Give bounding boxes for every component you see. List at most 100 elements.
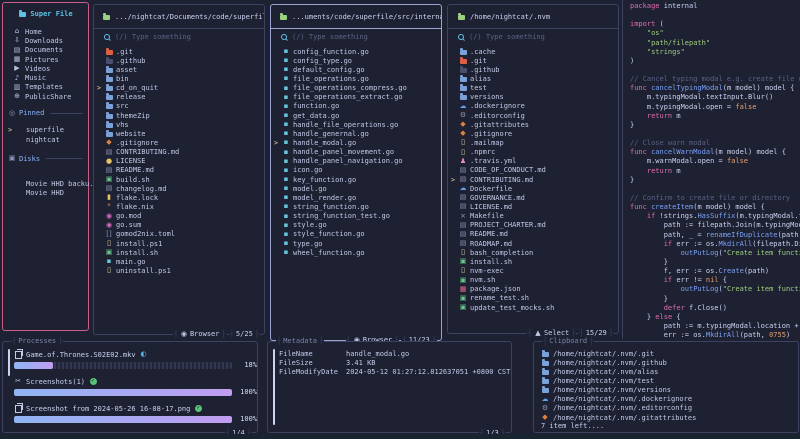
file-row[interactable]: versions bbox=[448, 93, 618, 102]
sidebar-item-documents[interactable]: ▤Documents bbox=[3, 46, 88, 55]
file-row[interactable]: ▪get_data.go bbox=[271, 111, 441, 120]
file-row[interactable]: ▤changelog.md bbox=[94, 184, 264, 193]
file-row[interactable]: ▪default_config.go bbox=[271, 65, 441, 74]
metadata-scrollbar[interactable] bbox=[273, 349, 275, 425]
file-row[interactable]: .cache bbox=[448, 47, 618, 56]
disk-item-movie-hhd-backu-[interactable]: Movie HHD backu... bbox=[3, 180, 88, 189]
file-row[interactable]: ▪key_function.go bbox=[271, 175, 441, 184]
file-row[interactable]: *flake.nix bbox=[94, 202, 264, 211]
file-row[interactable]: ▪file_operations_compress.go bbox=[271, 84, 441, 93]
file-row[interactable]: ▪model.go bbox=[271, 184, 441, 193]
file-row[interactable]: ▣build.sh bbox=[94, 175, 264, 184]
file-row[interactable]: website bbox=[94, 129, 264, 138]
file-row[interactable]: alias bbox=[448, 74, 618, 83]
file-row[interactable]: vhs bbox=[94, 120, 264, 129]
file-row[interactable]: test bbox=[448, 84, 618, 93]
file-row[interactable]: ▪config_type.go bbox=[271, 56, 441, 65]
panel-path-header[interactable]: /home/nightcat/.nvm bbox=[448, 5, 618, 29]
file-row[interactable]: ▪file_operations.go bbox=[271, 74, 441, 83]
sidebar-item-music[interactable]: ♪Music bbox=[3, 73, 88, 82]
file-row[interactable]: ▤CONTRIBUTING.md bbox=[94, 148, 264, 157]
file-row[interactable]: .git bbox=[448, 56, 618, 65]
file-row[interactable]: .git bbox=[94, 47, 264, 56]
file-row[interactable]: >cd_on_quit bbox=[94, 84, 264, 93]
file-row[interactable]: []gomod2nix.toml bbox=[94, 230, 264, 239]
file-row[interactable]: ▣rename_test.sh bbox=[448, 294, 618, 303]
file-row[interactable]: ▤README.md bbox=[448, 230, 618, 239]
sidebar-item-videos[interactable]: ▶Videos bbox=[3, 64, 88, 73]
file-row[interactable]: ▪file_operations_extract.go bbox=[271, 93, 441, 102]
panel-path-header[interactable]: .../nightcat/Documents/code/superfile bbox=[94, 5, 264, 29]
file-row[interactable]: ☁.dockerignore bbox=[448, 102, 618, 111]
file-row[interactable]: ♟.travis.yml bbox=[448, 157, 618, 166]
file-row[interactable]: ▪main.go bbox=[94, 257, 264, 266]
file-row[interactable]: ▯.npmrc bbox=[448, 148, 618, 157]
file-row[interactable]: ▪string_function.go bbox=[271, 202, 441, 211]
processes-scrollbar[interactable] bbox=[8, 349, 10, 376]
file-row[interactable]: ▪icon.go bbox=[271, 166, 441, 175]
file-row[interactable]: ☁Dockerfile bbox=[448, 184, 618, 193]
file-row[interactable]: ▦package.json bbox=[448, 285, 618, 294]
file-row[interactable]: ◆.gitignore bbox=[94, 138, 264, 147]
clipboard-item[interactable]: /home/nightcat/.nvm/test bbox=[541, 376, 798, 385]
sidebar-item-home[interactable]: ⌂Home bbox=[3, 27, 88, 36]
pinned-item-nightcat[interactable]: nightcat bbox=[3, 136, 88, 145]
panel-search-input[interactable]: (/) Type something bbox=[448, 29, 618, 45]
file-row[interactable]: ▪handle_genernal.go bbox=[271, 129, 441, 138]
file-row[interactable]: ◉go.sum bbox=[94, 221, 264, 230]
file-row[interactable]: ▣nvm.sh bbox=[448, 276, 618, 285]
sidebar-item-downloads[interactable]: ⇩Downloads bbox=[3, 36, 88, 45]
file-row[interactable]: ▪handle_file_operations.go bbox=[271, 120, 441, 129]
file-row[interactable]: ▤GOVERNANCE.md bbox=[448, 193, 618, 202]
clipboard-item[interactable]: /home/nightcat/.nvm/.github bbox=[541, 358, 798, 367]
file-row[interactable]: >▤CONTRIBUTING.md bbox=[448, 175, 618, 184]
clipboard-item[interactable]: ☁/home/nightcat/.nvm/.dockerignore bbox=[541, 395, 798, 404]
sidebar-item-pictures[interactable]: ▦Pictures bbox=[3, 55, 88, 64]
file-row[interactable]: release bbox=[94, 93, 264, 102]
panel-path-header[interactable]: ...uments/code/superfile/src/internal bbox=[271, 5, 441, 29]
file-row[interactable]: ▣install.sh bbox=[448, 257, 618, 266]
file-row[interactable]: ▤LICENSE.md bbox=[448, 202, 618, 211]
file-row[interactable]: ×Makefile bbox=[448, 212, 618, 221]
file-row[interactable]: ●LICENSE bbox=[94, 157, 264, 166]
file-row[interactable]: ▤README.md bbox=[94, 166, 264, 175]
file-row[interactable]: ▤CODE_OF_CONDUCT.md bbox=[448, 166, 618, 175]
file-row[interactable]: bin bbox=[94, 74, 264, 83]
file-row[interactable]: ▪handle_panel_navigation.go bbox=[271, 157, 441, 166]
sidebar-item-templates[interactable]: ▥Templates bbox=[3, 83, 88, 92]
file-row[interactable]: ▯uninstall.ps1 bbox=[94, 266, 264, 275]
file-row[interactable]: ▪handle_panel_movement.go bbox=[271, 148, 441, 157]
pinned-item-superfile[interactable]: >superfile bbox=[3, 126, 88, 135]
file-row[interactable]: ◆.gitignore bbox=[448, 129, 618, 138]
file-row[interactable]: ▯install.ps1 bbox=[94, 239, 264, 248]
file-row[interactable]: ▯.mailmap bbox=[448, 138, 618, 147]
file-row[interactable]: .github bbox=[448, 65, 618, 74]
file-row[interactable]: ▪model_render.go bbox=[271, 193, 441, 202]
file-row[interactable]: ◆.gitattributes bbox=[448, 120, 618, 129]
file-row[interactable]: ▯nvm-exec bbox=[448, 266, 618, 275]
disk-item-movie-hhd[interactable]: Movie HHD bbox=[3, 189, 88, 198]
file-row[interactable]: ▮flake.lock bbox=[94, 193, 264, 202]
panel-search-input[interactable]: (/) Type something bbox=[94, 29, 264, 45]
file-row[interactable]: asset bbox=[94, 65, 264, 74]
clipboard-item[interactable]: /home/nightcat/.nvm/versions bbox=[541, 386, 798, 395]
file-row[interactable]: ▣update_test_mocks.sh bbox=[448, 303, 618, 312]
file-row[interactable]: ◉go.mod bbox=[94, 212, 264, 221]
file-row[interactable]: ▪string_function_test.go bbox=[271, 212, 441, 221]
file-row[interactable]: src bbox=[94, 102, 264, 111]
file-row[interactable]: ⚙.editorconfig bbox=[448, 111, 618, 120]
file-row[interactable]: ▤PROJECT_CHARTER.md bbox=[448, 221, 618, 230]
file-row[interactable]: ▪config_function.go bbox=[271, 47, 441, 56]
panel-search-input[interactable]: (/) Type something bbox=[271, 29, 441, 45]
file-row[interactable]: themeZip bbox=[94, 111, 264, 120]
clipboard-item[interactable]: /home/nightcat/.nvm/alias bbox=[541, 367, 798, 376]
file-row[interactable]: >▪handle_modal.go bbox=[271, 138, 441, 147]
file-row[interactable]: ▯bash_completion bbox=[448, 248, 618, 257]
file-row[interactable]: ▣install.sh bbox=[94, 248, 264, 257]
file-row[interactable]: .github bbox=[94, 56, 264, 65]
file-row[interactable]: ▪wheel_function.go bbox=[271, 248, 441, 257]
sidebar-item-publicshare[interactable]: ⊕PublicShare bbox=[3, 92, 88, 101]
file-row[interactable]: ▤ROADMAP.md bbox=[448, 239, 618, 248]
file-row[interactable]: ▪function.go bbox=[271, 102, 441, 111]
clipboard-item[interactable]: ◆/home/nightcat/.nvm/.gitattributes bbox=[541, 413, 798, 422]
